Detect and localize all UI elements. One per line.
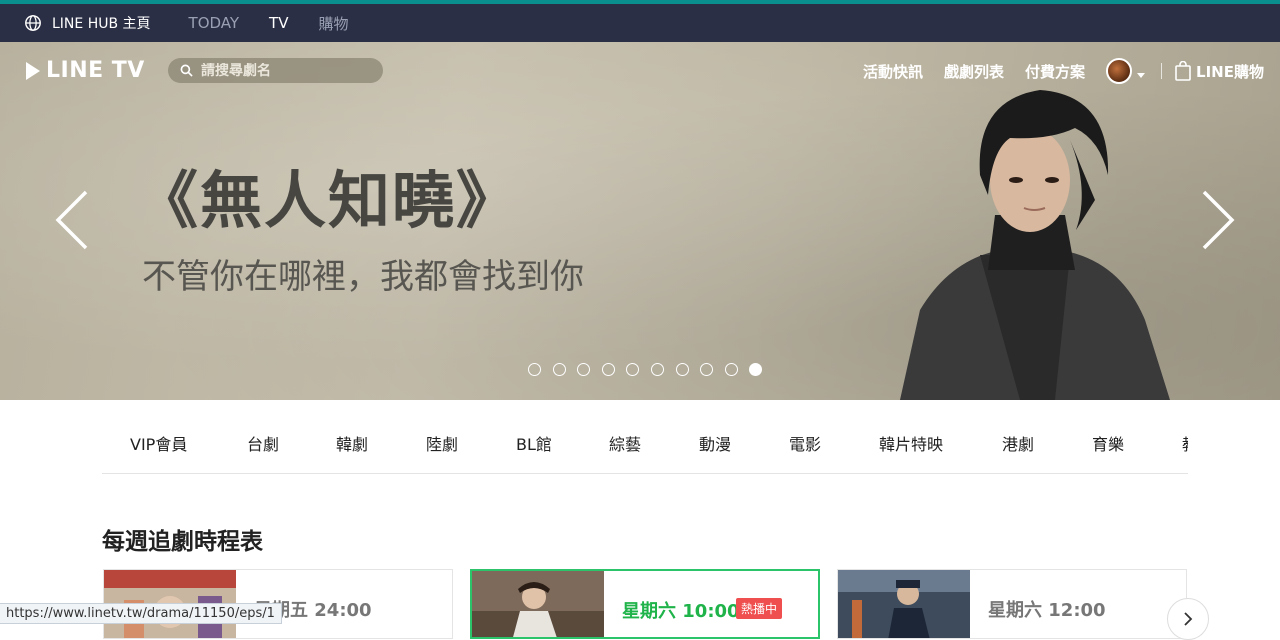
hero-banner[interactable]: LINE TV 活動快訊 戲劇列表 付費方案 LINE購物 《無人知曉》 不管你… <box>0 42 1280 400</box>
line-hub-bar: LINE HUB 主頁 TODAY TV 購物 <box>0 0 1280 42</box>
carousel-dots <box>528 363 774 376</box>
section-title: 每週追劇時程表 <box>102 529 263 555</box>
topbar-nav-shopping[interactable]: 購物 <box>318 13 348 34</box>
category-anime[interactable]: 動漫 <box>699 431 731 455</box>
category-china-drama[interactable]: 陸劇 <box>426 431 458 455</box>
nav-link-events[interactable]: 活動快訊 <box>863 61 923 82</box>
category-vip[interactable]: VIP會員 <box>130 431 187 455</box>
carousel-dot[interactable] <box>700 363 714 376</box>
category-korean-drama[interactable]: 韓劇 <box>336 431 368 455</box>
topbar-nav-tv[interactable]: TV <box>269 14 288 32</box>
chevron-right-icon[interactable] <box>1198 190 1238 250</box>
shopping-bag-icon <box>1175 61 1191 81</box>
carousel-dot[interactable] <box>552 363 566 376</box>
category-more[interactable]: 教 <box>1182 431 1188 455</box>
search-input[interactable] <box>201 62 371 79</box>
browser-status-bar: https://www.linetv.tw/drama/11150/eps/1 <box>0 603 282 624</box>
hero-title: 《無人知曉》 <box>136 164 521 237</box>
card-thumbnail <box>838 570 970 638</box>
hero-actor-image <box>900 90 1170 400</box>
shop-label: LINE購物 <box>1196 62 1264 81</box>
category-bl[interactable]: BL館 <box>516 431 552 455</box>
hero-subtitle: 不管你在哪裡，我都會找到你 <box>142 257 584 297</box>
carousel-dot[interactable] <box>650 363 664 376</box>
card-time: 星期六 10:00 <box>622 601 740 622</box>
line-hub-link[interactable]: LINE HUB 主頁 <box>52 13 151 33</box>
category-nav: VIP會員 台劇 韓劇 陸劇 BL館 綜藝 動漫 電影 韓片特映 港劇 育樂 教 <box>102 400 1188 474</box>
card-time: 星期六 12:00 <box>988 600 1106 621</box>
carousel-dot[interactable] <box>577 363 591 376</box>
category-taiwan-drama[interactable]: 台劇 <box>247 431 279 455</box>
line-shopping-link[interactable]: LINE購物 <box>1174 61 1264 82</box>
play-logo-icon <box>26 61 40 80</box>
category-movie[interactable]: 電影 <box>789 431 821 455</box>
carousel-dot[interactable] <box>675 363 689 376</box>
status-badge: 熱播中 <box>736 598 783 619</box>
carousel-dot-active[interactable] <box>749 363 763 376</box>
carousel-dot[interactable] <box>626 363 640 376</box>
category-hk-drama[interactable]: 港劇 <box>1002 431 1034 455</box>
chevron-down-icon[interactable] <box>1137 72 1146 78</box>
schedule-next-button[interactable] <box>1167 598 1209 640</box>
category-korean-film[interactable]: 韓片特映 <box>879 431 943 455</box>
nav-link-drama-list[interactable]: 戲劇列表 <box>944 61 1004 82</box>
card-thumbnail <box>472 571 604 637</box>
logo-text: LINE TV <box>46 58 145 83</box>
globe-icon[interactable] <box>24 14 42 32</box>
category-variety[interactable]: 綜藝 <box>609 431 641 455</box>
divider <box>1161 63 1163 79</box>
search-bar[interactable] <box>168 58 383 83</box>
carousel-dot[interactable] <box>724 363 738 376</box>
carousel-dot[interactable] <box>528 363 541 376</box>
nav-link-plans[interactable]: 付費方案 <box>1025 61 1085 82</box>
schedule-card-active[interactable]: 星期六 10:00 熱播中 <box>470 569 820 639</box>
chevron-left-icon[interactable] <box>52 190 92 250</box>
line-tv-logo[interactable]: LINE TV <box>26 58 145 83</box>
schedule-card[interactable]: 星期六 12:00 <box>837 569 1187 639</box>
category-education[interactable]: 育樂 <box>1092 431 1124 455</box>
topbar-nav-today[interactable]: TODAY <box>189 14 240 32</box>
search-icon <box>180 64 193 77</box>
carousel-dot[interactable] <box>601 363 615 376</box>
